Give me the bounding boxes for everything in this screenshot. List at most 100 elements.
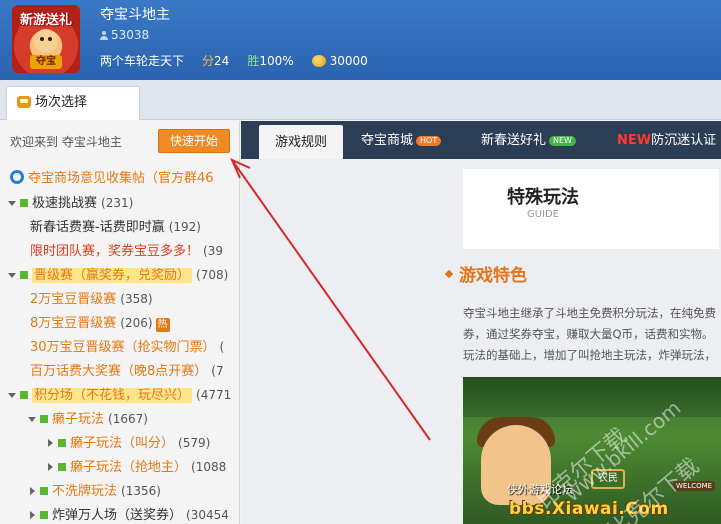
tree-label: 百万话费大奖赛（晚8点开赛） (30, 364, 208, 379)
tree-count: (192) (168, 220, 201, 234)
tree-count: (579) (178, 436, 211, 450)
expand-down-icon[interactable] (8, 201, 16, 206)
nav-new-year-gift[interactable]: 新春送好礼 NEW (481, 121, 576, 159)
tree-label: 8万宝豆晋级赛 (30, 316, 117, 331)
coin-value: 30000 (329, 53, 368, 68)
win-rate-value: 100% (259, 54, 294, 68)
tree-row-laizi[interactable]: 癞子玩法 (1667) (0, 407, 239, 431)
tree-row-bomb[interactable]: 炸弹万人场（送奖券） (30454 (0, 503, 239, 524)
avatar-eye (40, 37, 44, 41)
nav-treasure-mall[interactable]: 夺宝商城 HOT (361, 121, 442, 159)
tree-label: 2万宝豆晋级赛 (30, 292, 117, 307)
tab-room-selection-label: 场次选择 (35, 95, 88, 110)
user-id: 53038 (100, 28, 149, 42)
tree-count: (7 (211, 364, 224, 378)
expand-right-icon[interactable] (30, 511, 35, 519)
expand-down-icon[interactable] (28, 417, 36, 422)
win-label: 胜 (247, 54, 260, 68)
tree-count: (1667) (108, 412, 148, 426)
bullet-icon (444, 269, 454, 279)
nav-game-rules[interactable]: 游戏规则 (259, 125, 344, 159)
tree-row-promotion[interactable]: 晋级赛（赢奖券，兑奖励） (708) (0, 263, 239, 287)
user-stats: 两个车轮走天下 分24 胜100% 30000 (100, 52, 368, 69)
nav-anti-addiction[interactable]: NEW防沉迷认证 (617, 121, 716, 159)
paragraph-line: 夺宝斗地主继承了斗地主免费积分玩法，在纯免费 (463, 306, 716, 320)
paragraph-line: 玩法的基础上，增加了叫抢地主玩法，炸弹玩法， (463, 348, 716, 362)
nav-label: 夺宝商城 (361, 133, 414, 148)
score-label: 分 (202, 54, 215, 68)
tree-label: 炸弹万人场（送奖券） (52, 508, 183, 523)
expand-down-icon[interactable] (8, 273, 16, 278)
tree-row-20k[interactable]: 2万宝豆晋级赛 (358) (0, 287, 239, 311)
expand-right-icon[interactable] (48, 439, 53, 447)
tree-row-no-shuffle[interactable]: 不洗牌玩法 (1356) (0, 479, 239, 503)
room-status-icon (40, 511, 48, 519)
avatar[interactable]: 新游送礼 夺宝 (12, 5, 80, 73)
tree-row-team-match[interactable]: 限时团队赛，奖券宝豆多多！ (39 (0, 239, 239, 263)
tree-count: (708) (196, 268, 229, 282)
avatar-eye (48, 37, 52, 41)
expand-down-icon[interactable] (8, 393, 16, 398)
tab-room-selection[interactable]: 场次选择 (6, 86, 140, 120)
room-status-icon (20, 199, 28, 207)
section-title: 游戏特色 (444, 261, 527, 286)
avatar-face (34, 29, 58, 53)
tree-count: (1356) (121, 484, 161, 498)
tree-label: 极速挑战赛 (32, 196, 98, 211)
tree-label: 癞子玩法（抢地主） (70, 460, 188, 475)
tree-count: ( (219, 340, 225, 354)
room-status-icon (20, 391, 28, 399)
tree-row-feedback[interactable]: 夺宝商场意见收集帖（官方群46 (0, 167, 239, 191)
expand-right-icon[interactable] (30, 487, 35, 495)
feature-paragraph: 夺宝斗地主继承了斗地主免费积分玩法，在纯免费 券，通过奖券夺宝，赚取大量Q币，话… (463, 303, 721, 366)
win-stat: 胜100% (247, 52, 293, 69)
tree-count: (4771 (196, 388, 232, 402)
tree-label: 癞子玩法 (52, 412, 105, 427)
hot-badge: 热 (155, 318, 170, 332)
room-status-icon (40, 415, 48, 423)
tree-row-300k[interactable]: 30万宝豆晋级赛（抢实物门票）( (0, 335, 239, 359)
room-status-icon (40, 487, 48, 495)
tree-row-80k[interactable]: 8万宝豆晋级赛 (206) 热 (0, 311, 239, 335)
tree-row-points[interactable]: 积分场（不花钱，玩尽兴） (4771 (0, 383, 239, 407)
content-nav: 游戏规则 夺宝商城 HOT 新春送好礼 NEW NEW防沉迷认证 (241, 121, 721, 159)
tree-label: 晋级赛（赢奖券，兑奖励） (32, 268, 193, 283)
quick-start-button[interactable]: 快速开始 (158, 129, 230, 153)
card-subtitle: GUIDE (526, 209, 560, 220)
score-stat: 分24 (202, 52, 229, 69)
hot-badge: HOT (416, 136, 442, 146)
tree-count: (231) (101, 196, 134, 210)
tree-row-laizi-grab[interactable]: 癞子玩法（抢地主） (1088 (0, 455, 239, 479)
tree-label: 限时团队赛，奖券宝豆多多！ (30, 244, 200, 259)
nav-label: 游戏规则 (275, 135, 328, 150)
nav-label: 防沉迷认证 (651, 133, 717, 148)
treasure-icon (17, 96, 31, 108)
profile-header: 新游送礼 夺宝 夺宝斗地主 53038 两个车轮走天下 分24 胜100% 30… (0, 0, 721, 80)
username: 夺宝斗地主 (100, 7, 170, 23)
tree-label: 30万宝豆晋级赛（抢实物门票） (30, 340, 216, 355)
avatar-badge-text: 新游送礼 (19, 13, 72, 28)
tree-label: 癞子玩法（叫分） (70, 436, 175, 451)
room-status-icon (58, 439, 66, 447)
tree-count: (1088 (191, 460, 227, 474)
tree-row-speed-challenge[interactable]: 极速挑战赛 (231) (0, 191, 239, 215)
room-status-icon (20, 271, 28, 279)
user-id-value: 53038 (111, 28, 150, 42)
expand-right-icon[interactable] (48, 463, 53, 471)
special-play-card[interactable]: 特殊玩法 GUIDE (463, 169, 719, 249)
paragraph-line: 券，通过奖券夺宝，赚取大量Q币，话费和实物。 (463, 327, 714, 341)
tree-row-new-year-phone[interactable]: 新春话费赛-话费即时赢 (192) (0, 215, 239, 239)
room-list-panel: 欢迎来到 夺宝斗地主 快速开始 夺宝商场意见收集帖（官方群46 极速挑战赛 (23… (0, 121, 240, 524)
tree-label: 夺宝商场意见收集帖（官方群46 (28, 171, 214, 186)
tree-count: (206) (120, 316, 153, 330)
score-value: 24 (214, 54, 230, 68)
tree-row-laizi-call[interactable]: 癞子玩法（叫分） (579) (0, 431, 239, 455)
tree-count: (358) (120, 292, 153, 306)
tree-row-million[interactable]: 百万话费大奖赛（晚8点开赛） (7 (0, 359, 239, 383)
coin-icon (311, 54, 326, 67)
room-status-icon (58, 463, 66, 471)
avatar-badge-label: 夺宝 (30, 55, 62, 69)
new-badge: NEW (549, 136, 576, 146)
user-motto: 两个车轮走天下 (100, 54, 185, 68)
welcome-text: 欢迎来到 夺宝斗地主 (10, 135, 122, 149)
